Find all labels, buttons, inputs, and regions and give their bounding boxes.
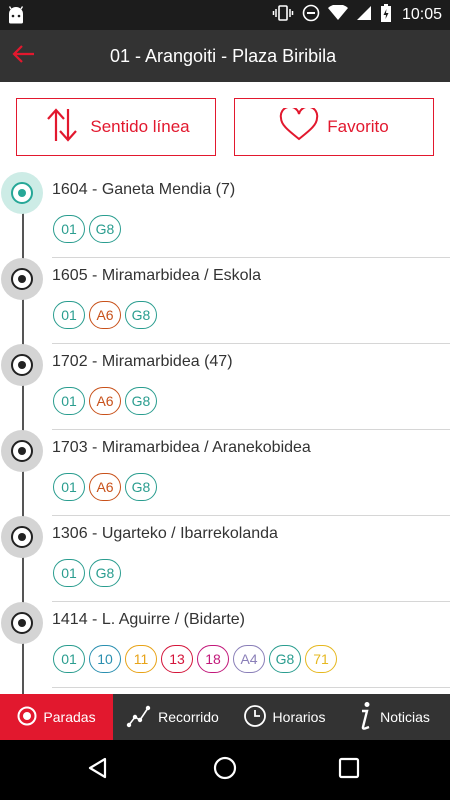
info-icon — [356, 701, 374, 734]
line-badges: 01 G8 — [53, 559, 121, 587]
stop-item[interactable]: 1604 - Ganeta Mendia (7) 01 G8 — [0, 172, 450, 258]
nav-horarios[interactable]: Horarios — [232, 694, 336, 740]
stop-name: 1703 - Miramarbidea / Aranekobidea — [52, 439, 311, 456]
system-recents-button[interactable] — [333, 754, 365, 786]
stop-name: 1414 - L. Aguirre / (Bidarte) — [52, 611, 245, 628]
back-button[interactable] — [6, 38, 42, 74]
current-stop-marker-icon — [1, 172, 43, 214]
direction-button[interactable]: Sentido línea — [16, 98, 216, 156]
stop-target-icon — [17, 706, 37, 729]
nav-label: Paradas — [43, 709, 96, 725]
stop-marker-icon — [1, 258, 43, 300]
line-badge: 01 — [53, 301, 85, 329]
line-badge: 01 — [53, 559, 85, 587]
line-badge: 01 — [53, 215, 85, 243]
vibrate-icon — [272, 4, 294, 27]
stop-item[interactable]: 1306 - Ugarteko / Ibarrekolanda 01 G8 — [0, 516, 450, 602]
line-badges: 01 A6 G8 — [53, 301, 157, 329]
app-bar: 01 - Arangoiti - Plaza Biribila — [0, 30, 450, 82]
line-badges: 01 A6 G8 — [53, 387, 157, 415]
swap-arrows-icon — [42, 105, 82, 150]
line-badge: 01 — [53, 645, 85, 673]
minus-circle-icon — [302, 4, 320, 27]
line-badge: G8 — [125, 473, 157, 501]
line-badge: G8 — [89, 559, 121, 587]
line-badge: 01 — [53, 473, 85, 501]
line-badges: 01 A6 G8 — [53, 473, 157, 501]
line-badge: A6 — [89, 387, 121, 415]
line-badge: A6 — [89, 301, 121, 329]
stop-name: 1605 - Miramarbidea / Eskola — [52, 267, 261, 284]
line-badge: 10 — [89, 645, 121, 673]
stop-item[interactable]: 1605 - Miramarbidea / Eskola 01 A6 G8 — [0, 258, 450, 344]
stop-marker-icon — [1, 516, 43, 558]
line-badge: 18 — [197, 645, 229, 673]
stop-name: 1306 - Ugarteko / Ibarrekolanda — [52, 525, 278, 542]
line-badge: A4 — [233, 645, 265, 673]
line-badge: 11 — [125, 645, 157, 673]
line-badge: 01 — [53, 387, 85, 415]
divider — [52, 687, 450, 688]
nav-label: Noticias — [380, 709, 430, 725]
stop-item[interactable]: 1702 - Miramarbidea (47) 01 A6 G8 — [0, 344, 450, 430]
system-back-button[interactable] — [82, 754, 114, 786]
stop-item[interactable]: 1414 - L. Aguirre / (Bidarte) 01 10 11 13 18… — [0, 602, 450, 688]
status-bar: 10:05 — [0, 0, 450, 30]
clock-icon — [243, 704, 267, 731]
stop-name: 1604 - Ganeta Mendia (7) — [52, 181, 236, 198]
recents-square-icon — [337, 756, 361, 785]
system-status-icons: 10:05 — [272, 0, 442, 30]
battery-icon — [380, 3, 392, 27]
line-badge: 71 — [305, 645, 337, 673]
system-nav-bar — [0, 740, 450, 800]
stop-marker-icon — [1, 430, 43, 472]
line-badges: 01 G8 — [53, 215, 121, 243]
nav-label: Recorrido — [158, 709, 219, 725]
line-badge: G8 — [125, 301, 157, 329]
wifi-icon — [327, 3, 348, 26]
action-buttons: Sentido línea Favorito — [0, 82, 450, 170]
line-badge: 13 — [161, 645, 193, 673]
arrow-left-icon — [12, 44, 36, 69]
stop-item[interactable]: 1703 - Miramarbidea / Aranekobidea 01 A6 G… — [0, 430, 450, 516]
line-badge: G8 — [125, 387, 157, 415]
line-badge: G8 — [269, 645, 301, 673]
favorite-label: Favorito — [327, 117, 389, 136]
stops-list[interactable]: 1604 - Ganeta Mendia (7) 01 G8 1605 - Mir… — [0, 172, 450, 694]
android-icon — [6, 5, 26, 25]
nav-recorrido[interactable]: Recorrido — [113, 694, 232, 740]
favorite-button[interactable]: Favorito — [234, 98, 434, 156]
line-badge: A6 — [89, 473, 121, 501]
line-badges: 01 10 11 13 18 A4 G8 71 — [53, 645, 337, 673]
heart-icon — [279, 105, 319, 147]
nav-paradas[interactable]: Paradas — [0, 694, 113, 740]
nav-label: Horarios — [272, 709, 326, 725]
nav-noticias[interactable]: Noticias — [336, 694, 450, 740]
page-title: 01 - Arangoiti - Plaza Biribila — [110, 46, 337, 66]
line-badge: G8 — [89, 215, 121, 243]
stop-marker-icon — [1, 344, 43, 386]
back-triangle-icon — [86, 756, 110, 785]
clock-time: 10:05 — [401, 6, 442, 23]
app-screen: 10:05 01 - Arangoiti - Plaza Biribila Se… — [0, 0, 450, 800]
bottom-nav: Paradas Recorrido Horarios Noticias — [0, 694, 450, 740]
stop-marker-icon — [1, 602, 43, 644]
signal-icon — [356, 5, 372, 26]
home-circle-icon — [212, 755, 238, 786]
system-home-button[interactable] — [209, 754, 241, 786]
stop-name: 1702 - Miramarbidea (47) — [52, 353, 233, 370]
direction-label: Sentido línea — [90, 117, 190, 136]
route-icon — [126, 704, 152, 731]
